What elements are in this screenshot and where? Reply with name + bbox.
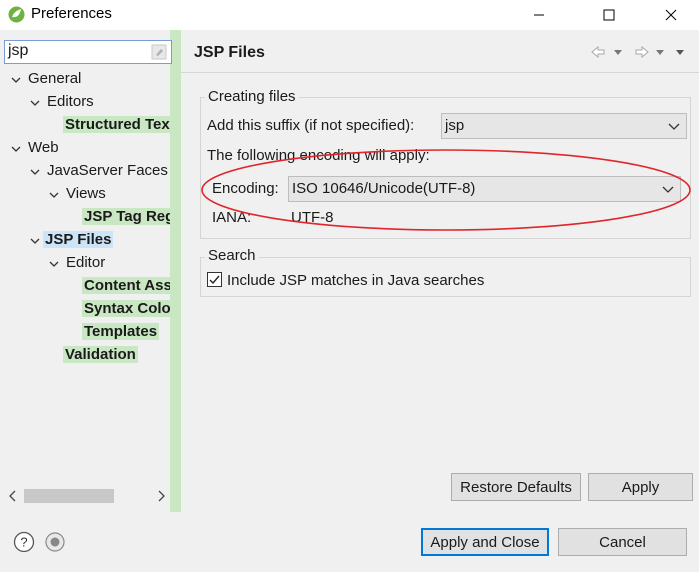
- panel-divider[interactable]: [170, 30, 181, 512]
- tree-item-label: Editors: [47, 93, 94, 110]
- record-icon[interactable]: [44, 531, 66, 553]
- tree-item-label: Editor: [66, 254, 106, 271]
- preference-tree: General Editors Structured Tex Web JavaS…: [0, 66, 170, 486]
- suffix-value: jsp: [445, 117, 465, 134]
- header-separator: [181, 72, 699, 73]
- tree-item-templates[interactable]: Templates: [82, 323, 160, 345]
- tree-item-label: Web: [28, 139, 59, 156]
- group-title: Search: [205, 247, 259, 264]
- apply-and-close-button[interactable]: Apply and Close: [421, 528, 549, 556]
- group-title: Creating files: [205, 88, 299, 105]
- back-icon[interactable]: [591, 45, 605, 59]
- tree-item-syntax-coloring[interactable]: Syntax Colo: [82, 300, 170, 322]
- menu-icon[interactable]: [676, 50, 684, 55]
- tree-item-label: Views: [66, 185, 106, 202]
- navigation-toolbar: [591, 45, 684, 59]
- clear-filter-icon[interactable]: [151, 44, 167, 60]
- tree-item-jsp-tag-registry[interactable]: JSP Tag Reg: [82, 208, 170, 230]
- tree-item-label: Templates: [82, 323, 160, 340]
- tree-item-jsp-files[interactable]: JSP Files: [29, 231, 114, 253]
- chevron-down-icon[interactable]: [10, 74, 22, 86]
- filter-input[interactable]: jsp: [4, 40, 172, 64]
- encoding-label: Encoding:: [212, 180, 279, 197]
- tree-item-jsf[interactable]: JavaServer Faces: [29, 162, 168, 184]
- chevron-down-icon[interactable]: [10, 143, 22, 155]
- svg-text:?: ?: [20, 535, 27, 550]
- encoding-value: ISO 10646/Unicode(UTF-8): [292, 180, 476, 197]
- tree-item-label: General: [28, 70, 82, 87]
- iana-label: IANA:: [212, 209, 252, 226]
- maximize-icon: [603, 9, 615, 21]
- window-title: Preferences: [31, 5, 112, 22]
- chevron-down-icon[interactable]: [48, 189, 60, 201]
- chevron-down-icon: [662, 186, 674, 193]
- close-icon: [665, 9, 677, 21]
- filter-text: jsp: [8, 42, 29, 59]
- forward-icon[interactable]: [635, 45, 649, 59]
- tree-item-label: Structured Tex: [63, 116, 170, 133]
- tree-horizontal-scrollbar[interactable]: [4, 486, 170, 506]
- restore-defaults-button[interactable]: Restore Defaults: [451, 473, 581, 501]
- encoding-info-text: The following encoding will apply:: [207, 147, 430, 164]
- iana-value: UTF-8: [291, 209, 334, 226]
- scrollbar-thumb[interactable]: [24, 489, 114, 503]
- tree-item-label: JSP Files: [43, 231, 114, 248]
- tree-item-structured-text[interactable]: Structured Tex: [63, 116, 170, 138]
- back-menu-icon[interactable]: [614, 50, 622, 55]
- tree-item-label: Validation: [63, 346, 138, 363]
- tree-item-editor[interactable]: Editor: [48, 254, 105, 276]
- suffix-select[interactable]: jsp: [441, 113, 687, 139]
- maximize-button[interactable]: [586, 0, 632, 30]
- chevron-down-icon[interactable]: [29, 97, 41, 109]
- search-checkbox-label[interactable]: Include JSP matches in Java searches: [227, 272, 484, 289]
- encoding-select[interactable]: ISO 10646/Unicode(UTF-8): [288, 176, 681, 202]
- chevron-down-icon[interactable]: [29, 166, 41, 178]
- chevron-down-icon: [668, 123, 680, 130]
- tree-item-label: JavaServer Faces: [47, 162, 168, 179]
- minimize-button[interactable]: [516, 0, 562, 30]
- cancel-button[interactable]: Cancel: [558, 528, 687, 556]
- forward-menu-icon[interactable]: [656, 50, 664, 55]
- spring-app-icon: [8, 6, 25, 23]
- tree-item-validation[interactable]: Validation: [63, 346, 138, 368]
- close-button[interactable]: [646, 0, 696, 30]
- page-title: JSP Files: [194, 44, 265, 61]
- search-checkbox[interactable]: [207, 272, 222, 287]
- tree-item-label: Syntax Colo: [82, 300, 170, 317]
- minimize-icon: [534, 14, 544, 16]
- tree-item-editors[interactable]: Editors: [29, 93, 94, 115]
- chevron-right-icon[interactable]: [29, 235, 41, 247]
- tree-item-views[interactable]: Views: [48, 185, 106, 207]
- checkmark-icon: [209, 275, 220, 285]
- tree-item-label: JSP Tag Reg: [82, 208, 170, 225]
- tree-item-label: Content Ass: [82, 277, 170, 294]
- help-icon[interactable]: ?: [13, 531, 35, 553]
- tree-item-content-assist[interactable]: Content Ass: [82, 277, 170, 299]
- tree-item-general[interactable]: General: [10, 70, 81, 92]
- scroll-left-icon[interactable]: [7, 489, 19, 503]
- scroll-right-icon[interactable]: [155, 489, 167, 503]
- chevron-down-icon[interactable]: [48, 258, 60, 270]
- apply-button[interactable]: Apply: [588, 473, 693, 501]
- tree-item-web[interactable]: Web: [10, 139, 59, 161]
- suffix-label: Add this suffix (if not specified):: [207, 117, 415, 134]
